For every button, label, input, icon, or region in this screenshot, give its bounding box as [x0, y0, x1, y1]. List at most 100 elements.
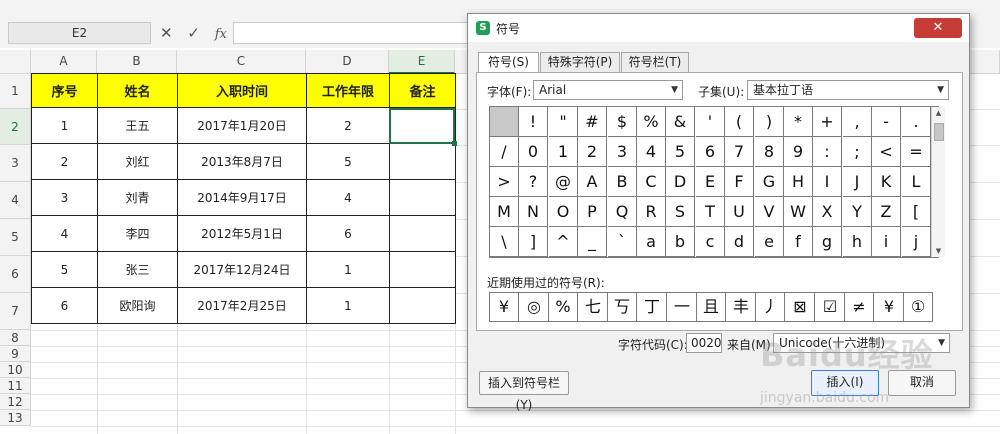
symbol-cell[interactable]	[490, 107, 519, 137]
table-cell[interactable]: 2017年2月25日	[177, 287, 307, 324]
scroll-down-icon[interactable]: ▼	[932, 245, 945, 257]
row-header-1[interactable]: 1	[0, 74, 31, 109]
symbol-cell[interactable]: M	[490, 197, 519, 227]
table-cell[interactable]: 6	[306, 215, 390, 252]
cancel-icon[interactable]: ✕	[160, 22, 173, 44]
symbol-cell[interactable]: @	[549, 167, 578, 197]
row-header-10[interactable]: 10	[0, 362, 31, 378]
recent-symbol-cell[interactable]: ⊠	[786, 293, 815, 321]
symbol-cell[interactable]: .	[902, 107, 931, 137]
symbol-cell[interactable]: j	[902, 227, 931, 257]
symbol-cell[interactable]: J	[843, 167, 872, 197]
confirm-icon[interactable]: ✓	[187, 22, 200, 44]
column-header-d[interactable]: D	[306, 50, 389, 74]
table-cell[interactable]: 1	[306, 287, 390, 324]
row-header-3[interactable]: 3	[0, 145, 31, 182]
symbol-cell[interactable]: D	[666, 167, 695, 197]
symbol-cell[interactable]: K	[872, 167, 901, 197]
scroll-up-icon[interactable]: ▲	[932, 107, 945, 119]
symbol-cell[interactable]: U	[725, 197, 754, 227]
symbol-cell[interactable]: O	[549, 197, 578, 227]
recent-symbol-cell[interactable]: ☑	[816, 293, 845, 321]
symbol-cell[interactable]: !	[519, 107, 548, 137]
symbol-cell[interactable]: ;	[843, 137, 872, 167]
symbol-cell[interactable]: A	[578, 167, 607, 197]
symbol-cell[interactable]: /	[490, 137, 519, 167]
symbol-cell[interactable]: c	[696, 227, 725, 257]
symbol-cell[interactable]: >	[490, 167, 519, 197]
symbol-cell[interactable]: b	[666, 227, 695, 257]
row-header-2[interactable]: 2	[0, 109, 31, 145]
table-cell[interactable]: 刘青	[97, 179, 178, 216]
name-box[interactable]: E2	[8, 22, 151, 44]
row-header-6[interactable]: 6	[0, 256, 31, 293]
symbol-cell[interactable]: a	[637, 227, 666, 257]
recent-symbol-cell[interactable]: ◎	[520, 293, 549, 321]
symbol-cell[interactable]: ,	[843, 107, 872, 137]
symbol-cell[interactable]: ]	[519, 227, 548, 257]
symbol-cell[interactable]: 1	[549, 137, 578, 167]
recent-symbol-cell[interactable]: ≠	[845, 293, 874, 321]
recent-symbol-cell[interactable]: 丂	[608, 293, 637, 321]
table-cell[interactable]	[389, 179, 456, 216]
symbol-cell[interactable]: (	[725, 107, 754, 137]
symbol-cell[interactable]: e	[755, 227, 784, 257]
symbol-cell[interactable]: V	[755, 197, 784, 227]
table-header-cell[interactable]: 备注	[389, 73, 456, 108]
column-header-a[interactable]: A	[31, 50, 97, 74]
symbol-cell[interactable]: P	[578, 197, 607, 227]
table-cell[interactable]: 4	[306, 179, 390, 216]
symbol-cell[interactable]: <	[872, 137, 901, 167]
symbol-cell[interactable]: I	[813, 167, 842, 197]
column-header-e[interactable]: E	[389, 50, 455, 74]
table-cell[interactable]: 2014年9月17日	[177, 179, 307, 216]
row-header-12[interactable]: 12	[0, 394, 31, 410]
symbol-cell[interactable]: 9	[784, 137, 813, 167]
insert-to-bar-button[interactable]: 插入到符号栏(Y)	[479, 371, 569, 412]
table-header-cell[interactable]: 姓名	[97, 73, 178, 108]
function-icon[interactable]: fx	[215, 24, 227, 46]
symbol-cell[interactable]: Z	[872, 197, 901, 227]
symbol-cell[interactable]: Y	[843, 197, 872, 227]
dialog-titlebar[interactable]: S 符号 ✕	[468, 14, 969, 42]
symbol-cell[interactable]: =	[902, 137, 931, 167]
table-cell[interactable]: 2	[306, 107, 390, 144]
table-header-cell[interactable]: 入职时间	[177, 73, 307, 108]
symbol-cell[interactable]: 7	[725, 137, 754, 167]
symbol-cell[interactable]: W	[784, 197, 813, 227]
table-cell[interactable]: 刘红	[97, 143, 178, 180]
table-cell[interactable]: 张三	[97, 251, 178, 288]
recent-symbol-cell[interactable]: ¥	[490, 293, 519, 321]
symbol-cell[interactable]: H	[784, 167, 813, 197]
symbol-cell[interactable]: L	[902, 167, 931, 197]
symbol-cell[interactable]: 8	[755, 137, 784, 167]
symbol-cell[interactable]: h	[843, 227, 872, 257]
table-cell[interactable]: 2	[31, 143, 98, 180]
select-all-corner[interactable]	[0, 50, 31, 74]
symbol-cell[interactable]: 5	[666, 137, 695, 167]
symbol-cell[interactable]: 3	[608, 137, 637, 167]
table-cell[interactable]: 2017年1月20日	[177, 107, 307, 144]
table-cell[interactable]: 2017年12月24日	[177, 251, 307, 288]
table-cell[interactable]	[389, 215, 456, 252]
recent-symbol-cell[interactable]: 一	[668, 293, 697, 321]
symbol-cell[interactable]: 2	[578, 137, 607, 167]
table-cell[interactable]: 2013年8月7日	[177, 143, 307, 180]
row-header-13[interactable]: 13	[0, 410, 31, 426]
symbol-cell[interactable]: '	[696, 107, 725, 137]
tab-symbol-bar[interactable]: 符号栏(T)	[621, 52, 689, 73]
symbol-cell[interactable]: "	[549, 107, 578, 137]
tab-symbols[interactable]: 符号(S)	[478, 52, 539, 74]
close-button[interactable]: ✕	[914, 18, 962, 38]
symbol-cell[interactable]: R	[637, 197, 666, 227]
recent-symbol-cell[interactable]: 丁	[638, 293, 667, 321]
symbol-cell[interactable]: X	[813, 197, 842, 227]
row-header-11[interactable]: 11	[0, 378, 31, 394]
symbol-cell[interactable]: 4	[637, 137, 666, 167]
symbol-cell[interactable]: i	[872, 227, 901, 257]
symbol-cell[interactable]: N	[519, 197, 548, 227]
table-cell[interactable]: 1	[306, 251, 390, 288]
recent-symbol-cell[interactable]: ¥	[875, 293, 904, 321]
table-cell[interactable]: 欧阳询	[97, 287, 178, 324]
table-cell[interactable]: 王五	[97, 107, 178, 144]
